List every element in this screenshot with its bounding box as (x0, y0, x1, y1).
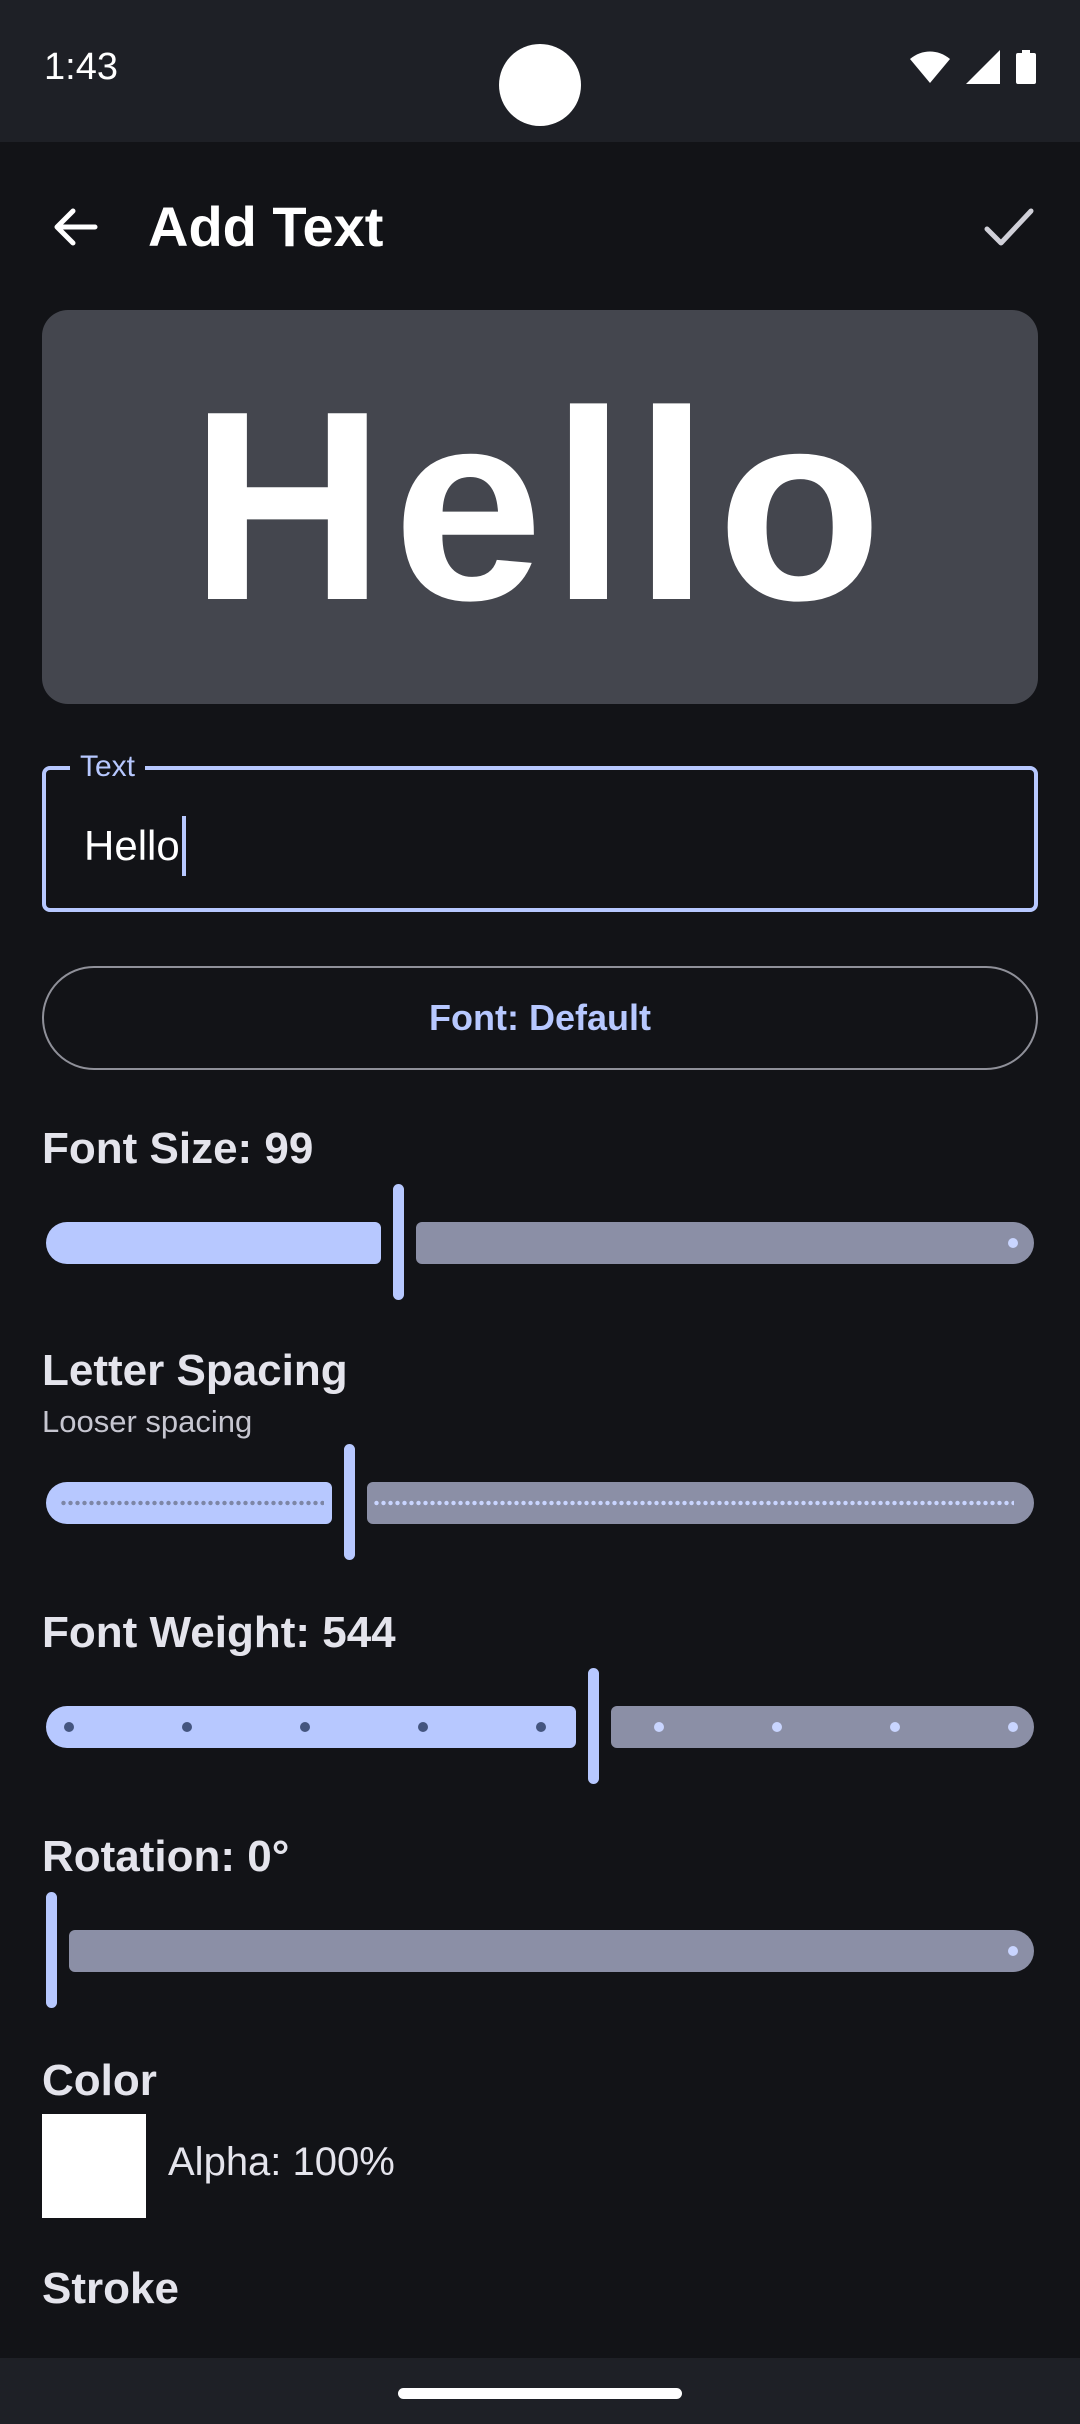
rotation-label: Rotation: 0° (42, 1832, 290, 1881)
slider-tick (1008, 1946, 1018, 1956)
color-label: Color (42, 2056, 157, 2105)
text-input[interactable]: Hello (84, 816, 186, 876)
page-title: Add Text (148, 195, 384, 258)
screen: 1:43 Add Text Hello Text Hello Font: Def… (0, 0, 1080, 2424)
letter-spacing-slider[interactable] (44, 1444, 1034, 1560)
slider-tick (890, 1722, 900, 1732)
home-indicator[interactable] (398, 2388, 682, 2399)
slider-handle[interactable] (344, 1444, 355, 1560)
slider-tick (536, 1722, 546, 1732)
slider-tick (654, 1722, 664, 1732)
text-preview: Hello (42, 310, 1038, 704)
slider-handle[interactable] (46, 1892, 57, 2008)
slider-tick (772, 1722, 782, 1732)
slider-tick (1008, 1722, 1018, 1732)
letter-spacing-subtitle: Looser spacing (42, 1404, 253, 1439)
camera-cutout (499, 44, 581, 126)
slider-inactive-track (416, 1222, 1034, 1264)
check-icon (984, 208, 1034, 246)
alpha-label: Alpha: 100% (168, 2140, 395, 2184)
font-size-label: Font Size: 99 (42, 1124, 314, 1173)
slider-handle[interactable] (393, 1184, 404, 1300)
battery-icon (1016, 50, 1036, 84)
preview-text: Hello (189, 356, 891, 657)
status-time: 1:43 (44, 46, 118, 88)
letter-spacing-label: Letter Spacing (42, 1346, 348, 1395)
slider-ticks (60, 1500, 324, 1506)
slider-tick (300, 1722, 310, 1732)
slider-tick (182, 1722, 192, 1732)
font-weight-label: Font Weight: 544 (42, 1608, 396, 1657)
cellular-signal-icon (966, 50, 1000, 84)
status-icons (910, 50, 1036, 84)
slider-handle[interactable] (588, 1668, 599, 1784)
slider-tick (64, 1722, 74, 1732)
status-bar: 1:43 (0, 0, 1080, 142)
wifi-icon (910, 51, 950, 83)
text-input-field[interactable]: Text Hello (42, 750, 1038, 912)
slider-inactive-track (611, 1706, 1034, 1748)
slider-ticks (373, 1500, 1014, 1506)
text-input-value: Hello (84, 822, 180, 869)
slider-active-track (46, 1222, 381, 1264)
rotation-slider[interactable] (44, 1892, 1034, 2008)
slider-tick (418, 1722, 428, 1732)
top-app-bar: Add Text (0, 142, 1080, 312)
slider-active-track (46, 1706, 576, 1748)
stroke-label: Stroke (42, 2264, 179, 2313)
color-swatch[interactable] (42, 2114, 146, 2218)
font-size-slider[interactable] (44, 1184, 1034, 1300)
text-field-label: Text (70, 750, 146, 784)
font-weight-slider[interactable] (44, 1668, 1034, 1784)
font-select-button[interactable]: Font: Default (42, 966, 1038, 1070)
text-caret (181, 816, 186, 876)
confirm-button[interactable] (964, 182, 1054, 272)
slider-tick (1008, 1238, 1018, 1248)
arrow-back-icon (54, 208, 98, 246)
back-button[interactable] (30, 182, 120, 272)
slider-inactive-track (69, 1930, 1034, 1972)
